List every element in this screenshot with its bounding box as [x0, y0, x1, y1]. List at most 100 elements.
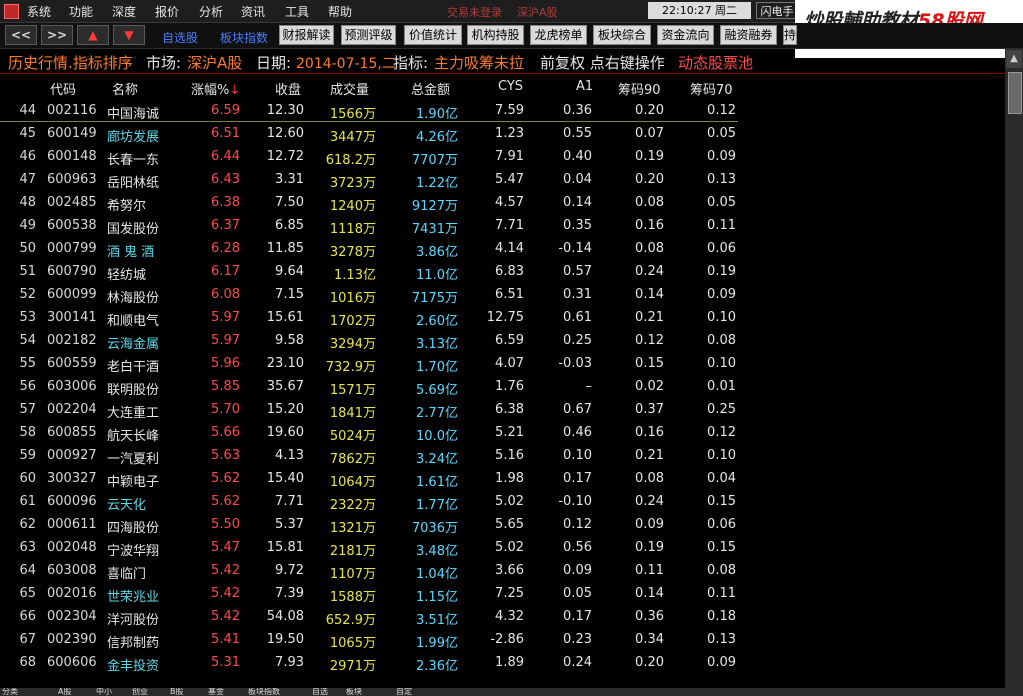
table-row[interactable]: 49 600538 国发股份 6.37 6.85 1118万 7431万 7.71 0.35 0.… [0, 214, 1000, 237]
col-cys[interactable]: CYS [498, 79, 523, 94]
table-row[interactable]: 66 002304 洋河股份 5.42 54.08 652.9万 3.51亿 4.32 0.17… [0, 605, 1000, 628]
col-a1[interactable]: A1 [576, 79, 593, 94]
stock-code: 300141 [47, 310, 97, 325]
trade-login-status[interactable]: 交易未登录 [447, 4, 502, 20]
vertical-scrollbar[interactable] [1005, 49, 1023, 689]
bottom-tab[interactable]: 中小 [96, 688, 112, 696]
table-row[interactable]: 62 000611 四海股份 5.50 5.37 1321万 7036万 5.65 0.12 0.… [0, 513, 1000, 536]
col-name[interactable]: 名称 [112, 79, 138, 98]
menu-system[interactable]: 系统 [27, 3, 51, 20]
amount-value: 4.26 [416, 130, 445, 145]
menu-function[interactable]: 功能 [69, 3, 93, 20]
sector-index-link[interactable]: 板块指数 [220, 29, 268, 46]
menu-quote[interactable]: 报价 [155, 3, 179, 20]
scrollbar-thumb[interactable] [1008, 72, 1022, 114]
col-chip70[interactable]: 筹码70 [690, 79, 733, 98]
chip70-value: 0.15 [707, 494, 736, 509]
col-change[interactable]: 涨幅%↓ [191, 79, 240, 98]
table-row[interactable]: 50 000799 酒 鬼 酒 6.28 11.85 3278万 3.86亿 4.14 -0.1… [0, 237, 1000, 260]
volume-unit: 万 [362, 337, 376, 352]
chip70-value: 0.18 [707, 609, 736, 624]
forward-button[interactable]: >> [41, 25, 73, 45]
bottom-tab[interactable]: 板块 [346, 688, 362, 696]
table-row[interactable]: 46 600148 长春一东 6.44 12.72 618.2万 7707万 7.91 0.40… [0, 145, 1000, 168]
market-value[interactable]: 深沪A股 [187, 52, 242, 73]
row-index: 44 [19, 103, 36, 118]
amount: 7175万 [390, 287, 458, 306]
table-row[interactable]: 48 002485 希努尔 6.38 7.50 1240万 9127万 4.57 0.14 0.0… [0, 191, 1000, 214]
table-row[interactable]: 47 600963 岳阳林纸 6.43 3.31 3723万 1.22亿 5.47 0.04 0.… [0, 168, 1000, 191]
date-value[interactable]: 2014-07-15,二 [296, 53, 396, 73]
table-row[interactable]: 55 600559 老白干酒 5.96 23.10 732.9万 1.70亿 4.07 -0.0… [0, 352, 1000, 375]
amount-unit: 亿 [444, 406, 458, 421]
menu-tools[interactable]: 工具 [285, 3, 309, 20]
col-code[interactable]: 代码 [50, 79, 76, 98]
down-arrow-button[interactable]: ▼ [113, 25, 145, 45]
back-button[interactable]: << [5, 25, 37, 45]
amount-unit: 亿 [444, 590, 458, 605]
holding-button[interactable]: 持 [783, 25, 797, 45]
financial-report-button[interactable]: 财报解读 [279, 25, 334, 45]
menu-info[interactable]: 资讯 [241, 3, 265, 20]
change-pct: 6.28 [211, 241, 240, 256]
amount: 1.15亿 [390, 586, 458, 605]
a1-value: 0.56 [563, 540, 592, 555]
table-row[interactable]: 67 002390 信邦制药 5.41 19.50 1065万 1.99亿 -2.86 0.23… [0, 628, 1000, 651]
table-row[interactable]: 65 002016 世荣兆业 5.42 7.39 1588万 1.15亿 7.25 0.05 0.… [0, 582, 1000, 605]
table-row[interactable]: 45 600149 廊坊发展 6.51 12.60 3447万 4.26亿 1.23 0.55 0… [0, 122, 1000, 145]
table-row[interactable]: 53 300141 和顺电气 5.97 15.61 1702万 2.60亿 12.75 0.61… [0, 306, 1000, 329]
bottom-tab[interactable]: 自定 [396, 688, 412, 696]
col-amount[interactable]: 总金额 [411, 79, 450, 98]
change-pct: 6.51 [211, 126, 240, 141]
menu-depth[interactable]: 深度 [112, 3, 136, 20]
indicator-value[interactable]: 主力吸筹未拉 [434, 52, 524, 73]
bottom-tab[interactable]: 板块指数 [248, 688, 280, 696]
amount: 2.60亿 [390, 310, 458, 329]
up-arrow-button[interactable]: ▲ [77, 25, 109, 45]
col-volume[interactable]: 成交量 [330, 79, 369, 98]
app-logo-icon[interactable] [4, 4, 19, 19]
fund-flow-button[interactable]: 资金流向 [657, 25, 714, 45]
close-price: 7.71 [275, 494, 304, 509]
table-row[interactable]: 56 603006 联明股份 5.85 35.67 1571万 5.69亿 1.76 – 0.02… [0, 375, 1000, 398]
table-row[interactable]: 68 600606 金丰投资 5.31 7.93 2971万 2.36亿 1.89 0.24 0.… [0, 651, 1000, 674]
scroll-up-icon[interactable]: ▲ [1006, 50, 1022, 68]
amount: 3.13亿 [390, 333, 458, 352]
institution-holding-button[interactable]: 机构持股 [467, 25, 524, 45]
table-row[interactable]: 44 002116 中国海诚 6.59 12.30 1566万 1.90亿 7.59 0.36 0… [0, 99, 1000, 122]
bottom-tab[interactable]: A股 [58, 688, 71, 696]
volume-value: 1064 [329, 475, 363, 490]
row-index: 49 [19, 218, 36, 233]
table-row[interactable]: 51 600790 轻纺城 6.17 9.64 1.13亿 11.0亿 6.83 0.57 0.2… [0, 260, 1000, 283]
bottom-tab[interactable]: 基金 [208, 688, 224, 696]
dynamic-pool-link[interactable]: 动态股票池 [678, 52, 753, 73]
bottom-tab[interactable]: 创业 [132, 688, 148, 696]
volume-unit: 万 [362, 153, 376, 168]
value-stats-button[interactable]: 价值统计 [404, 25, 462, 45]
table-row[interactable]: 60 300327 中颖电子 5.62 15.40 1064万 1.61亿 1.98 0.17 0… [0, 467, 1000, 490]
menu-help[interactable]: 帮助 [328, 3, 352, 20]
flash-trade-button[interactable]: 闪电手 [756, 2, 798, 19]
menu-analysis[interactable]: 分析 [199, 3, 223, 20]
table-row[interactable]: 57 002204 大连重工 5.70 15.20 1841万 2.77亿 6.38 0.67 0… [0, 398, 1000, 421]
table-row[interactable]: 61 600096 云天化 5.62 7.71 2322万 1.77亿 5.02 -0.10 0.… [0, 490, 1000, 513]
cys-value: 4.14 [495, 241, 524, 256]
watchlist-link[interactable]: 自选股 [162, 29, 198, 46]
bottom-tab[interactable]: 自选 [312, 688, 328, 696]
amount-unit: 亿 [444, 636, 458, 651]
table-row[interactable]: 64 603008 喜临门 5.42 9.72 1107万 1.04亿 3.66 0.09 0.1… [0, 559, 1000, 582]
forecast-rating-button[interactable]: 预测评级 [341, 25, 396, 45]
table-row[interactable]: 52 600099 林海股份 6.08 7.15 1016万 7175万 6.51 0.31 0.… [0, 283, 1000, 306]
col-close[interactable]: 收盘 [275, 79, 301, 98]
bottom-tab[interactable]: B股 [170, 688, 184, 696]
table-row[interactable]: 54 002182 云海金属 5.97 9.58 3294万 3.13亿 6.59 0.25 0.… [0, 329, 1000, 352]
sector-overview-button[interactable]: 板块综合 [593, 25, 651, 45]
margin-trading-button[interactable]: 融资融券 [720, 25, 777, 45]
table-row[interactable]: 63 002048 宁波华翔 5.47 15.81 2181万 3.48亿 5.02 0.56 0… [0, 536, 1000, 559]
table-row[interactable]: 58 600855 航天长峰 5.66 19.60 5024万 10.0亿 5.21 0.46 0… [0, 421, 1000, 444]
dragon-tiger-button[interactable]: 龙虎榜单 [530, 25, 587, 45]
col-chip90[interactable]: 筹码90 [618, 79, 661, 98]
table-row[interactable]: 59 000927 一汽夏利 5.63 4.13 7862万 3.24亿 5.16 0.10 0.… [0, 444, 1000, 467]
stock-name: 长春一东 [107, 153, 160, 168]
bottom-tab[interactable]: 分类 [2, 688, 18, 696]
